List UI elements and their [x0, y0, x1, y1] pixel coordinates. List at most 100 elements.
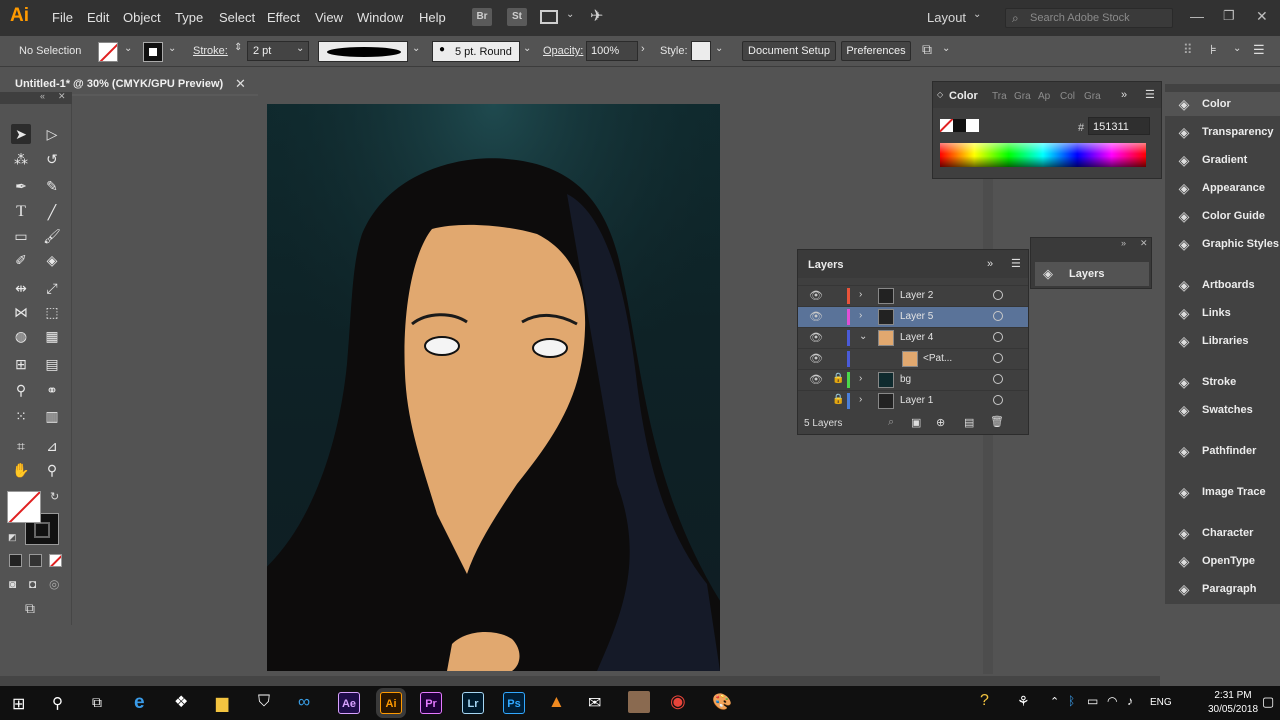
magic-wand-tool-icon[interactable]: ⁂ — [11, 149, 31, 169]
white-swatch[interactable] — [966, 119, 979, 132]
minimize-icon[interactable]: — — [1190, 8, 1204, 24]
variable-width-profile[interactable] — [318, 41, 408, 62]
lock-icon[interactable]: 🔒 — [832, 394, 844, 405]
dock-item-transparency[interactable]: ◈ Transparency — [1165, 120, 1280, 144]
swap-colors-icon[interactable]: ↻ — [50, 490, 59, 503]
perspective-grid-tool-icon[interactable]: ▦ — [42, 326, 62, 346]
chevron-right-icon[interactable]: › — [641, 43, 645, 55]
zoom-tool-icon[interactable]: ⚲ — [42, 460, 62, 480]
bluetooth-icon[interactable]: ᛒ — [1068, 694, 1075, 708]
menu-effect[interactable]: Effect — [267, 10, 300, 25]
layer-row[interactable]: 🔒 › Layer 1 — [798, 390, 1028, 411]
tab-appearance[interactable]: Ap — [1038, 91, 1050, 102]
chevron-down-icon[interactable]: ⌄ — [715, 43, 723, 54]
stock-button[interactable]: St — [507, 8, 527, 26]
wifi-icon[interactable]: ◠ — [1107, 694, 1117, 708]
dock-item-swatches[interactable]: ◈ Swatches — [1165, 398, 1280, 422]
vlc-icon[interactable]: ▲ — [548, 692, 565, 712]
panel-menu-icon[interactable]: ☰ — [1145, 88, 1155, 101]
menu-object[interactable]: Object — [123, 10, 161, 25]
target-circle-icon[interactable] — [993, 332, 1003, 342]
chevron-right-icon[interactable]: › — [859, 289, 862, 300]
lasso-tool-icon[interactable]: ↺ — [42, 149, 62, 169]
close-window-icon[interactable]: ✕ — [1256, 8, 1268, 25]
slice-tool-icon[interactable]: ⊿ — [42, 436, 62, 456]
arrange-documents-icon[interactable] — [540, 10, 558, 24]
dock-item-graphic-styles[interactable]: ◈ Graphic Styles — [1165, 232, 1280, 256]
curvature-tool-icon[interactable]: ✎ — [42, 176, 62, 196]
tab-layers[interactable]: Layers — [808, 259, 843, 271]
tab-color-guide[interactable]: Col — [1060, 91, 1075, 102]
layer-row[interactable]: 👁 🔒 › bg — [798, 369, 1028, 390]
maximize-icon[interactable]: ❐ — [1223, 8, 1235, 24]
chevron-down-icon[interactable]: ⌄ — [973, 9, 981, 20]
draw-behind-icon[interactable]: ◘ — [29, 577, 36, 591]
fill-swatch[interactable] — [98, 42, 118, 62]
taskbar-app-ai[interactable]: Ai — [380, 692, 402, 714]
close-icon[interactable]: ✕ — [58, 91, 66, 102]
search-icon[interactable]: ⚲ — [52, 694, 63, 712]
chevron-right-icon[interactable]: › — [859, 394, 862, 405]
arrange-icon[interactable]: ⠿ — [1183, 42, 1193, 58]
screen-mode-icon[interactable]: ⧉ — [25, 600, 35, 617]
language-indicator[interactable]: ENG — [1150, 697, 1172, 708]
battery-icon[interactable]: ▭ — [1087, 694, 1098, 708]
hex-input[interactable]: 151311 — [1088, 117, 1150, 135]
dock-item-paragraph[interactable]: ◈ Paragraph — [1165, 577, 1280, 601]
chevron-down-icon[interactable]: ⌄ — [168, 43, 176, 54]
tools-panel-header[interactable]: « ✕ — [0, 91, 72, 104]
opacity-label[interactable]: Opacity: — [543, 45, 583, 57]
chevron-right-icon[interactable]: › — [859, 373, 862, 384]
photo-app-icon[interactable] — [628, 691, 650, 713]
draw-normal-icon[interactable]: ◙ — [9, 577, 16, 591]
volume-icon[interactable]: ♪ — [1127, 694, 1133, 708]
visibility-eye-icon[interactable]: 👁 — [809, 373, 823, 386]
locate-object-icon[interactable]: ⌕ — [888, 416, 894, 429]
layer-row[interactable]: 👁 › Layer 2 — [798, 285, 1028, 306]
target-circle-icon[interactable] — [993, 290, 1003, 300]
chevron-down-icon[interactable]: ⌄ — [859, 331, 867, 342]
fill-none-swatch[interactable] — [940, 119, 953, 132]
new-sublayer-icon[interactable]: ⊕ — [936, 416, 945, 429]
panel-menu-icon[interactable]: ☰ — [1253, 42, 1265, 58]
taskbar-app-ae[interactable]: Ae — [338, 692, 360, 714]
stroke-label[interactable]: Stroke: — [193, 45, 228, 57]
free-transform-tool-icon[interactable]: ⬚ — [42, 302, 62, 322]
chevron-up-icon[interactable]: ⌃ — [1050, 695, 1059, 708]
eraser-tool-icon[interactable]: ◈ — [42, 250, 62, 270]
menu-file[interactable]: File — [52, 10, 73, 25]
layer-row[interactable]: 👁 › Layer 5 — [798, 306, 1028, 327]
dock-item-libraries[interactable]: ◈ Libraries — [1165, 329, 1280, 353]
preferences-button[interactable]: Preferences — [841, 41, 911, 61]
dock-item-appearance[interactable]: ◈ Appearance — [1165, 176, 1280, 200]
brush-definition[interactable]: ● 5 pt. Round — [432, 41, 520, 62]
menu-edit[interactable]: Edit — [87, 10, 109, 25]
taskbar-app-ps[interactable]: Ps — [503, 692, 525, 714]
line-tool-icon[interactable]: ╱ — [42, 202, 62, 222]
chrome-icon[interactable]: ◉ — [670, 691, 686, 712]
align-objects-icon[interactable]: ⊧ — [1210, 42, 1217, 58]
color-mode-icon[interactable] — [9, 554, 22, 567]
panel-menu-icon[interactable]: ☰ — [1011, 257, 1021, 270]
store-icon[interactable]: ⛉ — [258, 693, 270, 711]
layers-collapsed-button[interactable]: ◈ Layers — [1035, 262, 1149, 286]
file-explorer-icon[interactable]: ▆ — [216, 693, 228, 713]
menu-help[interactable]: Help — [419, 10, 446, 25]
workspace-switcher[interactable]: Layout — [927, 10, 966, 25]
dock-item-gradient[interactable]: ◈ Gradient — [1165, 148, 1280, 172]
collapse-icon[interactable]: « — [40, 91, 45, 101]
type-tool-icon[interactable]: T — [11, 202, 31, 222]
tab-collapse-icon[interactable]: ◇ — [937, 90, 943, 99]
target-circle-icon[interactable] — [993, 353, 1003, 363]
rotate-tool-icon[interactable]: ⇹ — [11, 278, 31, 298]
close-icon[interactable]: ✕ — [235, 76, 246, 92]
target-circle-icon[interactable] — [993, 311, 1003, 321]
tab-color[interactable]: Color — [949, 90, 978, 102]
new-layer-icon[interactable]: ▤ — [964, 416, 974, 429]
menu-type[interactable]: Type — [175, 10, 203, 25]
width-tool-icon[interactable]: ⋈ — [11, 302, 31, 322]
shaper-tool-icon[interactable]: ✐ — [11, 250, 31, 270]
dock-item-color-guide[interactable]: ◈ Color Guide — [1165, 204, 1280, 228]
graphic-style-swatch[interactable] — [691, 41, 711, 61]
chevron-down-icon[interactable]: ⌄ — [523, 43, 531, 54]
